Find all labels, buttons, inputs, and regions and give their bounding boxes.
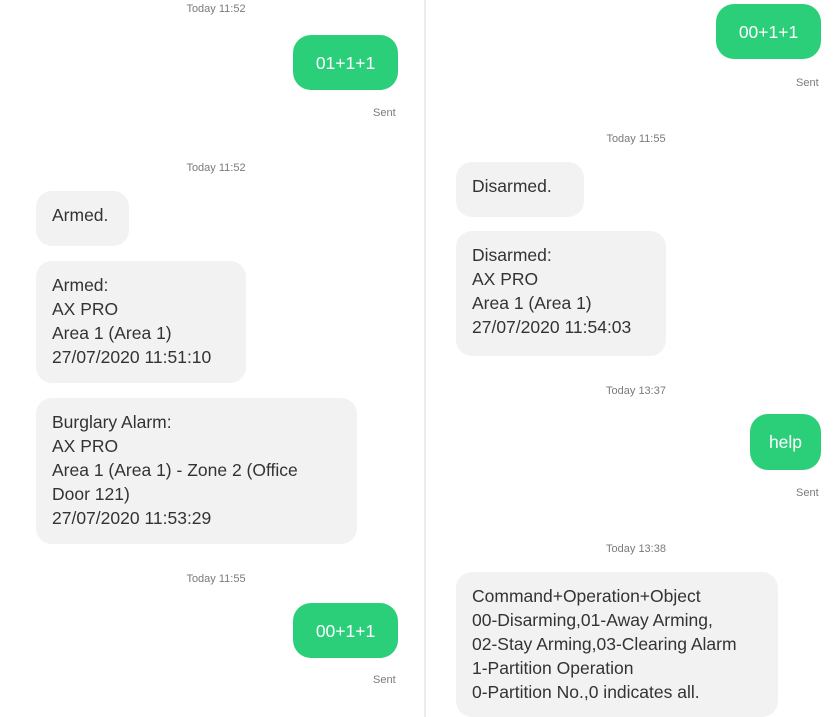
conversation-pane-right[interactable]: 00+1+1 Sent Today 11:55 Disarmed. Disarm… xyxy=(426,0,835,717)
timestamp: Today 11:52 xyxy=(186,162,246,174)
timestamp: Today 11:55 xyxy=(186,573,246,585)
incoming-message[interactable]: Disarmed. xyxy=(456,162,584,217)
sent-status: Sent xyxy=(373,107,396,119)
outgoing-message[interactable]: 01+1+1 xyxy=(293,35,398,90)
incoming-message[interactable]: Burglary Alarm: AX PRO Area 1 (Area 1) -… xyxy=(36,398,357,544)
sent-status: Sent xyxy=(796,77,819,89)
incoming-message[interactable]: Armed. xyxy=(36,191,129,246)
timestamp-cut: Today 11:52 xyxy=(186,3,246,15)
outgoing-message[interactable]: 00+1+1 xyxy=(293,603,398,658)
timestamp: Today 13:38 xyxy=(606,543,666,555)
outgoing-message[interactable]: help xyxy=(750,414,821,470)
sent-status: Sent xyxy=(373,674,396,686)
sent-status: Sent xyxy=(796,487,819,499)
incoming-message[interactable]: Command+Operation+Object 00-Disarming,01… xyxy=(456,572,778,717)
outgoing-message[interactable]: 00+1+1 xyxy=(716,4,821,59)
timestamp: Today 11:55 xyxy=(606,133,666,145)
incoming-message[interactable]: Disarmed: AX PRO Area 1 (Area 1) 27/07/2… xyxy=(456,231,666,356)
timestamp: Today 13:37 xyxy=(606,385,666,397)
conversation-pane-left[interactable]: Today 11:52 01+1+1 Sent Today 11:52 Arme… xyxy=(0,0,424,717)
incoming-message[interactable]: Armed: AX PRO Area 1 (Area 1) 27/07/2020… xyxy=(36,261,246,383)
